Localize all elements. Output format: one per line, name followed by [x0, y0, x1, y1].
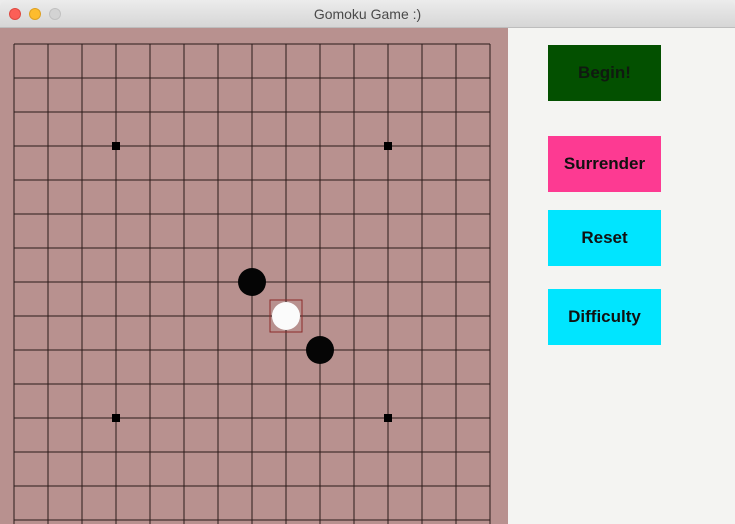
black-stone	[238, 268, 266, 296]
title-bar: Gomoku Game :)	[0, 0, 735, 28]
white-stone	[272, 302, 300, 330]
control-panel: Begin! Surrender Reset Difficulty	[508, 28, 735, 524]
window-title: Gomoku Game :)	[313, 6, 422, 22]
gomoku-board[interactable]	[0, 28, 508, 524]
star-point	[384, 142, 392, 150]
star-point	[112, 414, 120, 422]
star-point	[112, 142, 120, 150]
difficulty-button[interactable]: Difficulty	[548, 289, 661, 345]
star-point	[384, 414, 392, 422]
board-grid[interactable]	[0, 28, 508, 524]
black-stone	[306, 336, 334, 364]
begin-button[interactable]: Begin!	[548, 45, 661, 101]
surrender-button[interactable]: Surrender	[548, 136, 661, 192]
game-window: Gomoku Game :) Begin! Surrender Reset Di…	[0, 0, 735, 524]
reset-button[interactable]: Reset	[548, 210, 661, 266]
